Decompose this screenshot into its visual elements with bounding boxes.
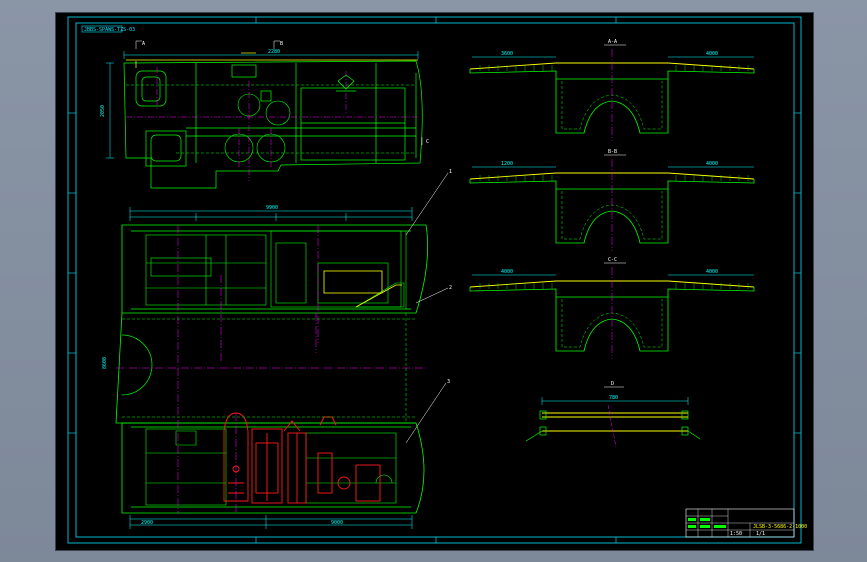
callout-2: 2	[449, 285, 452, 291]
main-dim-bottom: 9000	[331, 520, 343, 526]
plan-dim-left: 2050	[100, 105, 106, 117]
sheet-code-text: JBBS-SPAWS-TZS-03	[84, 27, 135, 33]
sheet-code-box: JBBS-SPAWS-TZS-03	[81, 25, 135, 33]
plan-mark-c: C	[426, 139, 429, 145]
drawing-viewport[interactable]: JBBS-SPAWS-TZS-03 2280 2050 A B C 9900 2…	[55, 12, 814, 551]
title-sheet: 1/1	[756, 531, 765, 537]
cad-drawing-sheet: JBBS-SPAWS-TZS-03 2280 2050 A B C 9900 2…	[67, 16, 807, 544]
section-a-a: A-A 3600 4000	[469, 39, 755, 141]
plan-dim-top: 2280	[268, 49, 280, 55]
callout-3: 3	[447, 379, 450, 385]
title-block: JLSB-3-5686-2-1000 1:50 1/1	[685, 508, 807, 538]
main-dim-left: 8600	[102, 357, 108, 369]
main-dim-bottom-left: 2900	[141, 520, 153, 526]
section-label: C-C	[608, 257, 617, 263]
section-dim-right: 4000	[706, 269, 718, 275]
detail-d-label: D	[611, 381, 614, 387]
title-scale: 1:50	[730, 531, 742, 537]
section-views: A-A 3600 4000 B-B 1200 4000 C-C 4000 4000	[469, 39, 755, 359]
detail-d-view: D 780	[525, 381, 701, 448]
section-dim-left: 4000	[501, 269, 513, 275]
section-dim-right: 4000	[706, 51, 718, 57]
section-label: B-B	[608, 149, 617, 155]
title-drawing-number: JLSB-3-5686-2-1000	[753, 524, 807, 530]
detail-d-dim: 780	[609, 395, 618, 401]
section-label: A-A	[608, 39, 617, 45]
top-plan-view: 2280 2050 A B C	[100, 40, 429, 189]
main-elevation-view: 9900 2900 9000 8600 1 2 3	[102, 169, 452, 529]
plan-mark-b: B	[280, 41, 283, 47]
callout-1: 1	[449, 169, 452, 175]
section-dim-right: 4000	[706, 161, 718, 167]
bow-arc	[121, 334, 153, 396]
section-dim-left: 1200	[501, 161, 513, 167]
section-c-c: C-C 4000 4000	[469, 257, 755, 359]
section-dim-left: 3600	[501, 51, 513, 57]
main-dim-top: 9900	[266, 205, 278, 211]
section-b-b: B-B 1200 4000	[469, 149, 755, 251]
plan-mark-a: A	[142, 41, 145, 47]
